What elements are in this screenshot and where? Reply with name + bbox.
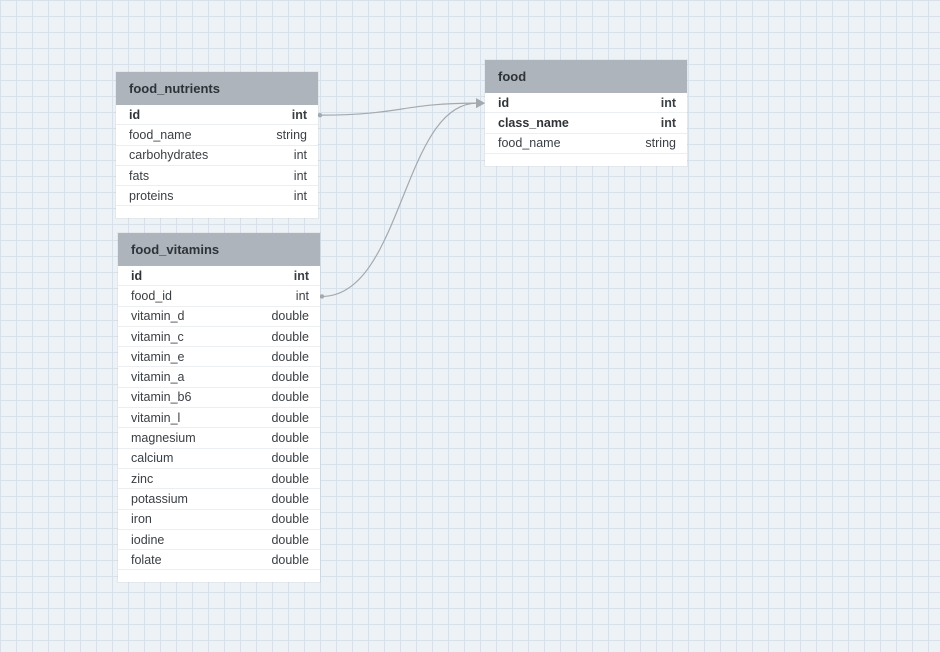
column-name: id	[129, 107, 141, 122]
relation-start-dot	[317, 112, 323, 118]
column-list: id int food_name string carbohydrates int fats…	[116, 105, 318, 207]
table-food[interactable]: food id int class_name int food_name string	[485, 60, 687, 166]
column-name: id	[131, 268, 143, 283]
column-type: double	[271, 491, 309, 506]
column-row[interactable]: proteins int	[116, 186, 318, 207]
column-list: id int food_id int vitamin_d double vitamin_c d…	[118, 266, 320, 571]
column-name: fats	[129, 168, 150, 183]
column-type: double	[271, 309, 309, 324]
column-name: iron	[131, 512, 152, 527]
column-row[interactable]: vitamin_b6 double	[118, 388, 320, 409]
column-type: int	[293, 188, 307, 203]
table-footer	[118, 570, 320, 582]
column-type: double	[271, 471, 309, 486]
column-row[interactable]: carbohydrates int	[116, 146, 318, 166]
column-name: iodine	[131, 532, 165, 547]
column-row[interactable]: vitamin_l double	[118, 408, 320, 429]
column-type: double	[271, 451, 309, 466]
column-type: double	[271, 532, 309, 547]
column-row[interactable]: vitamin_a double	[118, 367, 320, 388]
column-name: magnesium	[131, 431, 196, 446]
column-row[interactable]: iodine double	[118, 530, 320, 551]
column-row[interactable]: vitamin_c double	[118, 327, 320, 348]
column-type: int	[660, 115, 676, 130]
relation-line	[319, 102, 478, 116]
column-row[interactable]: class_name int	[485, 113, 687, 134]
column-name: vitamin_l	[131, 410, 181, 425]
column-name: zinc	[131, 471, 154, 486]
column-row[interactable]: food_id int	[118, 286, 320, 307]
column-row[interactable]: zinc double	[118, 469, 320, 490]
column-type: double	[271, 552, 309, 567]
relation-arrowhead-icon	[476, 98, 485, 109]
column-name: proteins	[129, 188, 174, 203]
column-type: double	[271, 512, 309, 527]
table-header[interactable]: food_vitamins	[118, 233, 320, 266]
column-type: double	[271, 329, 309, 344]
column-type: double	[271, 431, 309, 446]
column-name: vitamin_a	[131, 370, 185, 385]
column-type: int	[660, 95, 676, 110]
column-name: vitamin_c	[131, 329, 184, 344]
relation-arrowhead-icon	[476, 98, 485, 109]
column-name: carbohydrates	[129, 148, 209, 163]
column-type: string	[645, 136, 676, 151]
column-name: class_name	[498, 115, 569, 130]
column-row[interactable]: folate double	[118, 550, 320, 571]
column-name: vitamin_d	[131, 309, 185, 324]
column-name: calcium	[131, 451, 174, 466]
diagram-canvas[interactable]: food_nutrients id int food_name string carbo…	[0, 0, 940, 652]
table-footer	[116, 206, 318, 218]
relation-line	[321, 102, 478, 298]
column-row[interactable]: food_name string	[485, 134, 687, 154]
column-type: int	[291, 107, 307, 122]
column-row[interactable]: id int	[118, 266, 320, 287]
column-type: int	[293, 148, 307, 163]
column-name: potassium	[131, 491, 188, 506]
column-row[interactable]: fats int	[116, 166, 318, 187]
column-row[interactable]: id int	[116, 105, 318, 126]
table-food-nutrients[interactable]: food_nutrients id int food_name string carbo…	[116, 72, 318, 219]
column-row[interactable]: food_name string	[116, 125, 318, 146]
column-type: double	[271, 390, 309, 405]
table-footer	[485, 154, 687, 166]
column-row[interactable]: id int	[485, 93, 687, 114]
column-row[interactable]: vitamin_d double	[118, 307, 320, 327]
column-row[interactable]: iron double	[118, 510, 320, 530]
column-row[interactable]: calcium double	[118, 449, 320, 469]
table-food-vitamins[interactable]: food_vitamins id int food_id int vitamin_d do…	[118, 233, 320, 583]
column-type: string	[276, 127, 307, 142]
column-row[interactable]: vitamin_e double	[118, 347, 320, 368]
column-name: id	[498, 95, 510, 110]
column-name: folate	[131, 552, 162, 567]
relation-start-dot	[319, 294, 325, 299]
column-type: double	[271, 410, 309, 425]
column-row[interactable]: magnesium double	[118, 428, 320, 449]
column-name: food_name	[498, 136, 561, 151]
column-name: food_id	[131, 288, 173, 303]
column-type: int	[295, 288, 309, 303]
column-type: int	[293, 268, 309, 283]
table-header[interactable]: food_nutrients	[116, 72, 318, 105]
column-list: id int class_name int food_name string	[485, 93, 687, 154]
column-type: double	[271, 370, 309, 385]
column-name: vitamin_e	[131, 349, 185, 364]
column-type: int	[293, 168, 307, 183]
column-name: food_name	[129, 127, 192, 142]
column-type: double	[271, 349, 309, 364]
column-name: vitamin_b6	[131, 390, 192, 405]
table-header[interactable]: food	[485, 60, 687, 93]
column-row[interactable]: potassium double	[118, 489, 320, 510]
